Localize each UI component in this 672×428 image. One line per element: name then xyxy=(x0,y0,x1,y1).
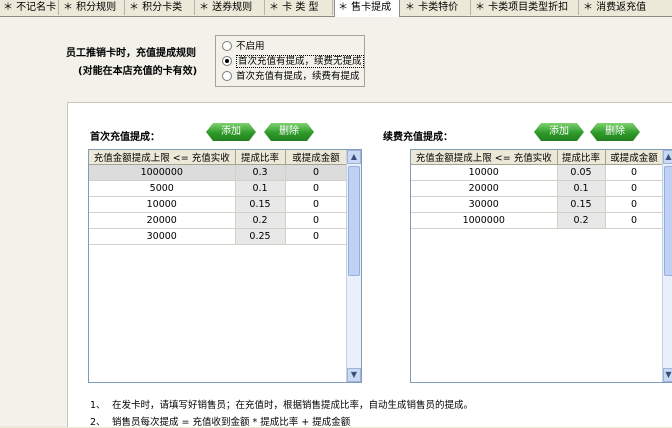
table-row[interactable]: 30000 0.25 0 xyxy=(89,228,348,245)
table-row[interactable]: 10000 0.15 0 xyxy=(89,196,348,213)
amount-cell[interactable]: 0 xyxy=(605,180,664,197)
renew-add-button[interactable]: 添加 xyxy=(534,123,584,141)
limit-cell[interactable]: 10000 xyxy=(411,164,558,181)
column-header-amount[interactable]: 或提成金额 xyxy=(285,150,348,165)
rate-cell[interactable]: 0.3 xyxy=(235,164,286,181)
table-row[interactable]: 20000 0.2 0 xyxy=(89,212,348,229)
table-row[interactable]: 20000 0.1 0 xyxy=(411,180,664,197)
table-row[interactable]: 5000 0.1 0 xyxy=(89,180,348,197)
radio-disabled[interactable]: 不启用 xyxy=(222,40,265,54)
amount-cell[interactable]: 0 xyxy=(285,196,348,213)
radio-button[interactable] xyxy=(222,55,232,66)
column-header-limit[interactable]: 充值金额提成上限 <= 充值实收 xyxy=(89,150,236,165)
radio-label: 不启用 xyxy=(236,41,265,52)
renew-delete-button[interactable]: 删除 xyxy=(590,123,640,141)
column-header-amount[interactable]: 或提成金额 xyxy=(605,150,664,165)
radio-button[interactable] xyxy=(222,40,232,51)
limit-cell[interactable]: 1000000 xyxy=(89,164,236,181)
radio-button[interactable] xyxy=(222,70,232,81)
table-row[interactable]: 30000 0.15 0 xyxy=(411,196,664,213)
rate-cell[interactable]: 0.1 xyxy=(235,180,286,197)
tab-card-special-price[interactable]: ＊ 卡类特价 xyxy=(402,0,471,15)
tab-consume-rebate[interactable]: ＊ 消费返充值 xyxy=(580,0,672,15)
scroll-up-icon[interactable]: ▲ xyxy=(663,150,672,164)
limit-cell[interactable]: 30000 xyxy=(411,196,558,213)
rate-cell[interactable]: 0.25 xyxy=(235,228,286,245)
commission-group: 首次充值提成： 添加 删除 充值金额提成上限 <= 充值实收 提成比率 或提成金… xyxy=(67,102,672,428)
note-1: 1、 在发卡时，请填写好销售员；在充值时，根据销售提成比率，自动生成销售员的提成。 xyxy=(90,400,474,411)
rate-cell[interactable]: 0.15 xyxy=(235,196,286,213)
first-add-button[interactable]: 添加 xyxy=(206,123,256,141)
table-row[interactable]: 1000000 0.2 0 xyxy=(411,212,664,229)
radio-first-only[interactable]: 首次充值有提成，续费无提成 xyxy=(222,55,364,69)
amount-cell[interactable]: 0 xyxy=(285,212,348,229)
tab-strip: ＊ 不记名卡 ＊ 积分规则 ＊ 积分卡类 ＊ 送券规则 ＊ 卡 类 型 ＊ 售卡… xyxy=(0,0,672,17)
scroll-down-icon[interactable]: ▼ xyxy=(663,368,672,382)
amount-cell[interactable]: 0 xyxy=(605,212,664,229)
rate-cell[interactable]: 0.2 xyxy=(557,212,606,229)
first-recharge-title: 首次充值提成： xyxy=(90,132,160,143)
limit-cell[interactable]: 1000000 xyxy=(411,212,558,229)
column-header-rate[interactable]: 提成比率 xyxy=(235,150,286,165)
amount-cell[interactable]: 0 xyxy=(285,180,348,197)
limit-cell[interactable]: 5000 xyxy=(89,180,236,197)
amount-cell[interactable]: 0 xyxy=(285,228,348,245)
rule-radio-group: 不启用 首次充值有提成，续费无提成 首次充值有提成，续费有提成 xyxy=(215,35,365,87)
table-row[interactable]: 10000 0.05 0 xyxy=(411,164,664,181)
tab-anonymous-card[interactable]: ＊ 不记名卡 xyxy=(0,0,59,15)
radio-label: 首次充值有提成，续费有提成 xyxy=(236,71,360,82)
vertical-scrollbar[interactable]: ▲ ▼ xyxy=(662,150,672,382)
limit-cell[interactable]: 20000 xyxy=(89,212,236,229)
radio-label: 首次充值有提成，续费无提成 xyxy=(236,55,364,68)
amount-cell[interactable]: 0 xyxy=(285,164,348,181)
rate-cell[interactable]: 0.1 xyxy=(557,180,606,197)
vertical-scrollbar[interactable]: ▲ ▼ xyxy=(346,150,361,382)
tab-points-card-types[interactable]: ＊ 积分卡类 xyxy=(126,0,195,15)
renew-recharge-title: 续费充值提成： xyxy=(383,132,453,143)
limit-cell[interactable]: 20000 xyxy=(411,180,558,197)
first-delete-button[interactable]: 删除 xyxy=(264,123,314,141)
radio-first-and-renew[interactable]: 首次充值有提成，续费有提成 xyxy=(222,70,360,84)
scroll-thumb[interactable] xyxy=(664,166,672,276)
amount-cell[interactable]: 0 xyxy=(605,164,664,181)
table-row[interactable]: 1000000 0.3 0 xyxy=(89,164,348,181)
rate-cell[interactable]: 0.05 xyxy=(557,164,606,181)
limit-cell[interactable]: 30000 xyxy=(89,228,236,245)
scroll-down-icon[interactable]: ▼ xyxy=(347,368,361,382)
column-header-limit[interactable]: 充值金额提成上限 <= 充值实收 xyxy=(411,150,558,165)
tab-coupon-rules[interactable]: ＊ 送券规则 xyxy=(196,0,265,15)
scroll-up-icon[interactable]: ▲ xyxy=(347,150,361,164)
tab-card-types[interactable]: ＊ 卡 类 型 xyxy=(266,0,333,15)
rule-subtitle: (对能在本店充值的卡有效) xyxy=(78,66,198,77)
limit-cell[interactable]: 10000 xyxy=(89,196,236,213)
rate-cell[interactable]: 0.15 xyxy=(557,196,606,213)
rule-title: 员工推销卡时，充值提成规则 xyxy=(66,48,196,59)
amount-cell[interactable]: 0 xyxy=(605,196,664,213)
first-recharge-grid[interactable]: 充值金额提成上限 <= 充值实收 提成比率 或提成金额 1000000 0.3 … xyxy=(88,149,362,383)
rate-cell[interactable]: 0.2 xyxy=(235,212,286,229)
tab-points-rules[interactable]: ＊ 积分规则 xyxy=(60,0,125,15)
tab-card-item-discount[interactable]: ＊ 卡类项目类型折扣 xyxy=(472,0,579,15)
column-header-rate[interactable]: 提成比率 xyxy=(557,150,606,165)
renew-recharge-grid[interactable]: 充值金额提成上限 <= 充值实收 提成比率 或提成金额 10000 0.05 0… xyxy=(410,149,672,383)
scroll-thumb[interactable] xyxy=(348,166,360,276)
tab-card-sale-commission[interactable]: ＊ 售卡提成 xyxy=(334,0,400,17)
